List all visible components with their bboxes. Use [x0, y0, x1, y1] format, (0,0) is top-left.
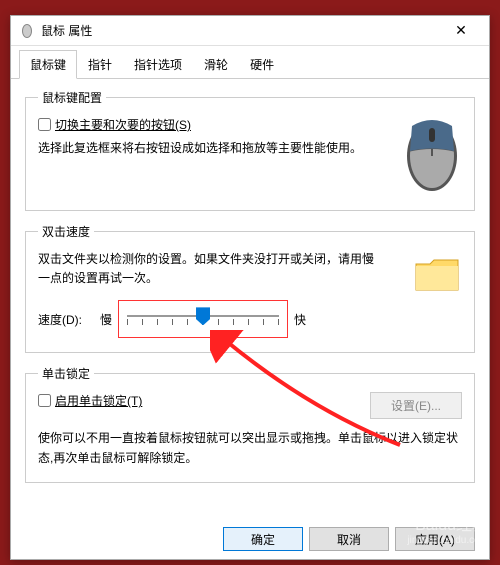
double-click-desc: 双击文件夹以检测你的设置。如果文件夹没打开或关闭，请用慢一点的设置再试一次。: [38, 250, 382, 288]
click-lock-legend: 单击锁定: [38, 365, 94, 382]
tab-pointer[interactable]: 指针: [77, 50, 123, 78]
tab-hardware[interactable]: 硬件: [239, 50, 285, 78]
button-config-group: 鼠标键配置 切换主要和次要的按钮(S) 选择此复选框来将右按钮设成如选择和拖放等…: [25, 89, 475, 211]
tab-mouse-keys[interactable]: 鼠标键: [19, 50, 77, 79]
watermark-sub: jingyan.baidu.com: [407, 535, 488, 547]
watermark: Baidu经验 jingyan.baidu.com: [407, 516, 488, 547]
tab-wheel[interactable]: 滑轮: [193, 50, 239, 78]
watermark-main: Baidu经验: [407, 516, 488, 535]
tab-pointer-options[interactable]: 指针选项: [123, 50, 193, 78]
cancel-button[interactable]: 取消: [309, 527, 389, 551]
click-lock-settings-button: 设置(E)...: [370, 392, 462, 419]
click-lock-group: 单击锁定 启用单击锁定(T) 设置(E)... 使你可以不用一直按着鼠标按钮就可…: [25, 365, 475, 482]
folder-test-image[interactable]: [412, 254, 462, 294]
swap-buttons-label[interactable]: 切换主要和次要的按钮(S): [55, 116, 191, 133]
click-lock-label[interactable]: 启用单击锁定(T): [55, 392, 142, 409]
close-button[interactable]: ✕: [441, 19, 481, 43]
ok-button[interactable]: 确定: [223, 527, 303, 551]
mouse-preview-image: [402, 116, 462, 196]
swap-buttons-checkbox[interactable]: [38, 118, 51, 131]
tab-strip: 鼠标键 指针 指针选项 滑轮 硬件: [11, 46, 489, 79]
slow-label: 慢: [100, 311, 112, 328]
double-click-group: 双击速度 双击文件夹以检测你的设置。如果文件夹没打开或关闭，请用慢一点的设置再试…: [25, 223, 475, 353]
swap-buttons-desc: 选择此复选框来将右按钮设成如选择和拖放等主要性能使用。: [38, 139, 382, 158]
click-lock-desc: 使你可以不用一直按着鼠标按钮就可以突出显示或拖拽。单击鼠标以进入锁定状态,再次单…: [38, 425, 462, 467]
speed-slider-highlight: [118, 300, 288, 338]
content-area: 鼠标键配置 切换主要和次要的按钮(S) 选择此复选框来将右按钮设成如选择和拖放等…: [11, 79, 489, 505]
double-click-legend: 双击速度: [38, 223, 94, 240]
fast-label: 快: [294, 311, 306, 328]
window-title: 鼠标 属性: [41, 22, 441, 39]
click-lock-checkbox[interactable]: [38, 394, 51, 407]
titlebar: 鼠标 属性 ✕: [11, 16, 489, 46]
mouse-icon: [19, 23, 35, 39]
speed-label: 速度(D):: [38, 311, 82, 328]
button-config-legend: 鼠标键配置: [38, 89, 106, 106]
mouse-properties-dialog: 鼠标 属性 ✕ 鼠标键 指针 指针选项 滑轮 硬件 鼠标键配置 切换主要和次要的…: [10, 15, 490, 560]
speed-slider[interactable]: [127, 307, 279, 331]
